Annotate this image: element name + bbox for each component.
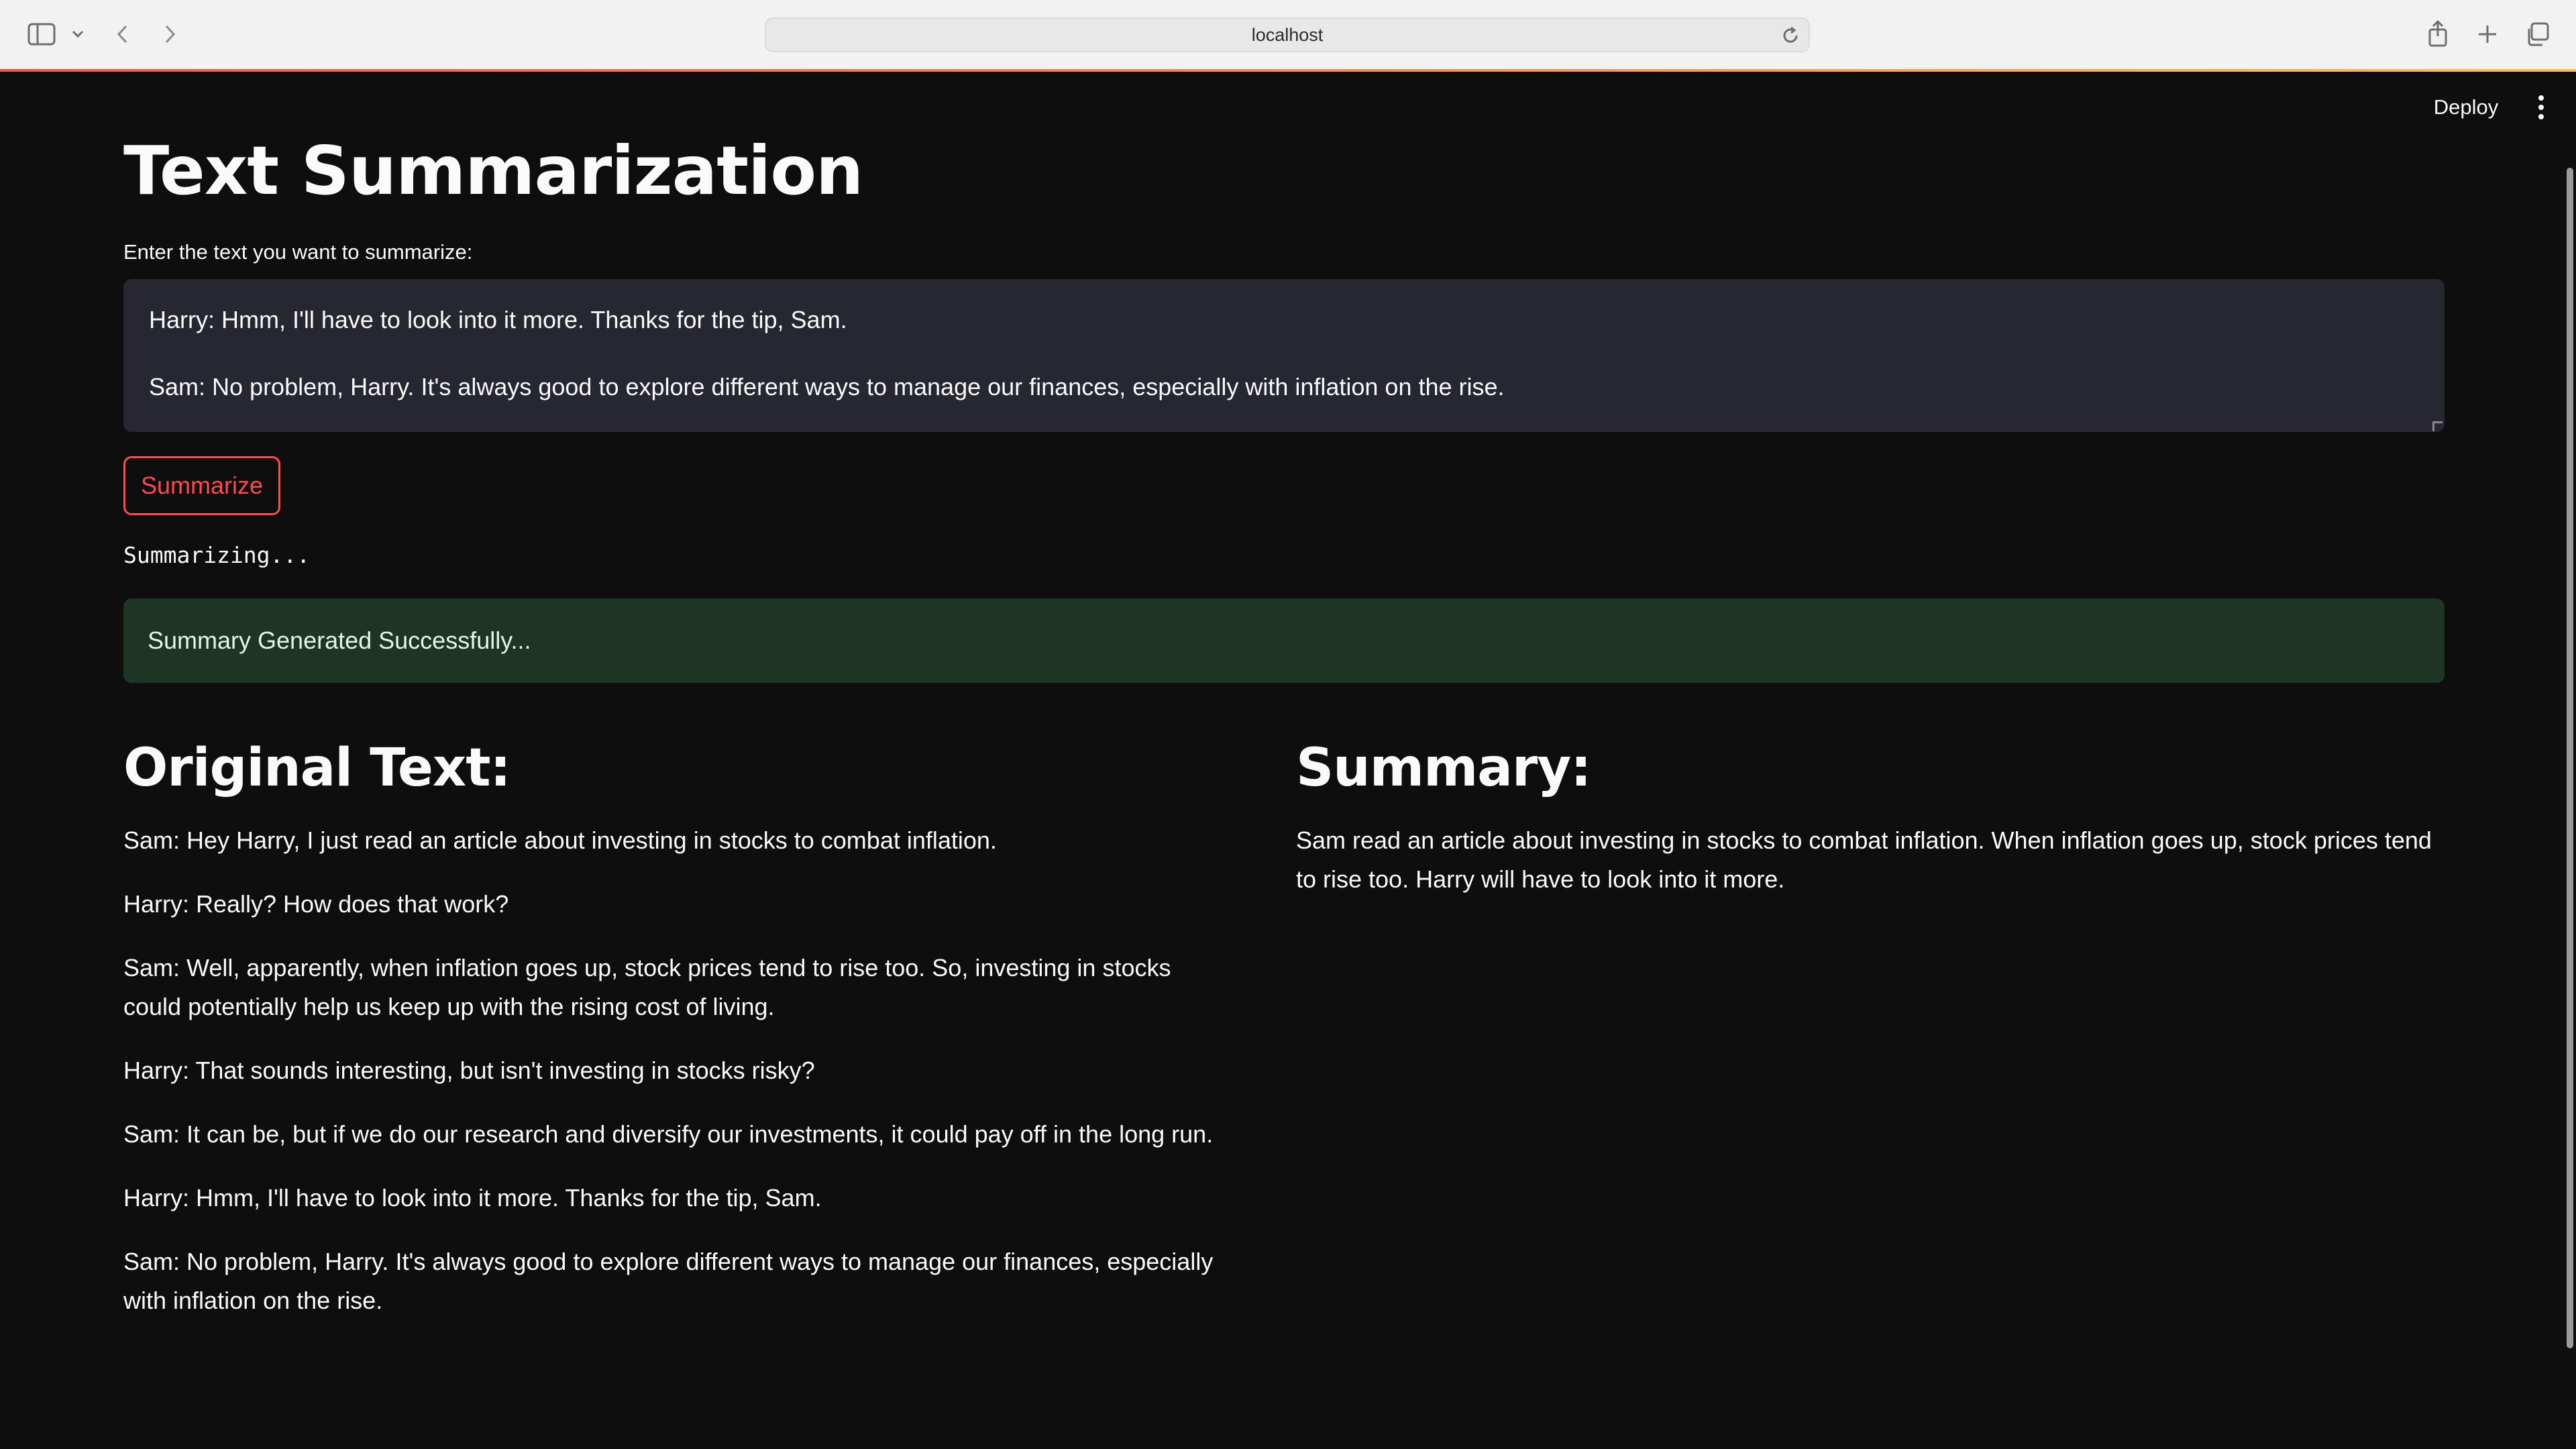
sidebar-icon[interactable] [25,20,58,48]
page-scrollbar[interactable] [2567,168,2573,1348]
original-paragraph: Harry: That sounds interesting, but isn'… [123,1057,815,1084]
success-message: Summary Generated Successfully... [148,627,531,654]
original-text-column: Original Text: Sam: Hey Harry, I just re… [123,731,1230,1345]
original-paragraph: Sam: It can be, but if we do our researc… [123,1120,1214,1148]
share-icon[interactable] [2423,17,2453,50]
address-bar[interactable]: localhost [765,17,1810,52]
original-paragraph: Harry: Really? How does that work? [123,890,509,918]
summarize-button[interactable]: Summarize [123,456,280,515]
back-icon[interactable] [111,20,133,48]
chevron-down-icon[interactable] [70,27,86,42]
text-input-area[interactable]: Harry: Hmm, I'll have to look into it mo… [123,279,2445,432]
tabs-overview-icon[interactable] [2522,20,2552,48]
original-text-heading: Original Text: [123,738,511,798]
page-title: Text Summarization [123,131,863,210]
success-alert: Summary Generated Successfully... [123,598,2445,683]
new-tab-icon[interactable] [2473,20,2502,48]
app-decoration-bar [0,69,2576,72]
deploy-button[interactable]: Deploy [2412,89,2520,126]
original-paragraph: Sam: No problem, Harry. It's always good… [123,1248,1214,1314]
resize-handle-icon[interactable] [2432,421,2443,431]
browser-toolbar: localhost [0,0,2576,70]
original-paragraph: Harry: Hmm, I'll have to look into it mo… [123,1184,822,1212]
summary-text: Sam read an article about investing in s… [1296,826,2432,893]
original-paragraph: Sam: Hey Harry, I just read an article a… [123,826,997,854]
textarea-line: Harry: Hmm, I'll have to look into it mo… [149,306,847,333]
original-paragraph: Sam: Well, apparently, when inflation go… [123,954,1171,1020]
address-text: localhost [1251,24,1324,45]
text-input-label: Enter the text you want to summarize: [123,240,473,264]
more-vertical-icon[interactable] [2529,91,2553,123]
summary-column: Summary: Sam read an article about inves… [1296,731,2445,924]
reload-icon[interactable] [1780,25,1801,48]
status-text: Summarizing... [123,542,311,568]
summary-heading: Summary: [1296,738,1591,798]
textarea-line: Sam: No problem, Harry. It's always good… [149,373,1505,400]
forward-icon[interactable] [160,20,181,48]
